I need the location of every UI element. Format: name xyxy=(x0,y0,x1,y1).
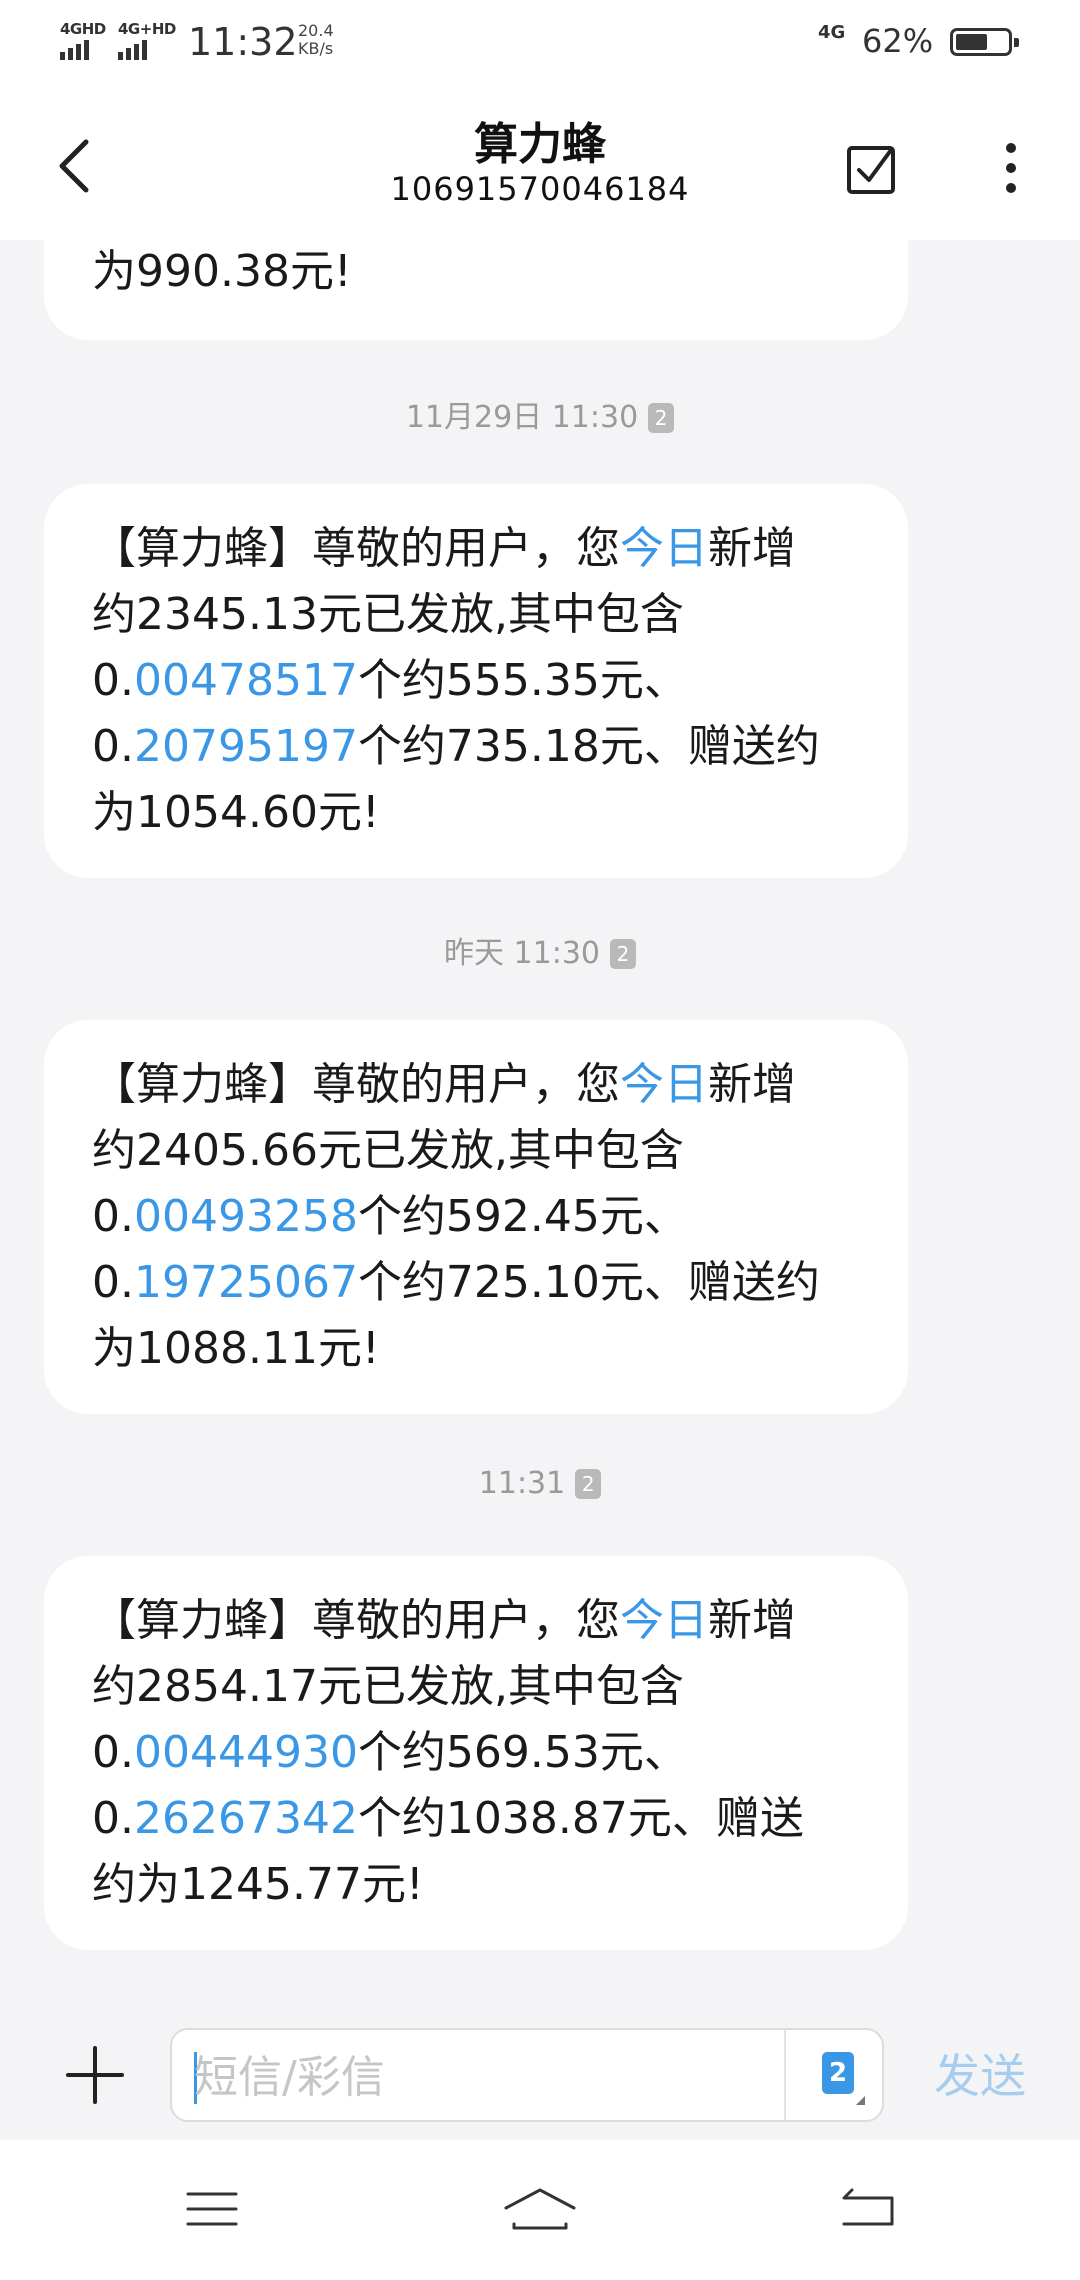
network-speed-unit: KB/s xyxy=(298,39,334,58)
network-type-1: 4GHD xyxy=(60,20,106,38)
message-text: 【算力蜂】尊敬的用户，您今日新增 约2345.13元已发放,其中包含 0.00478… xyxy=(92,516,860,846)
system-nav-bar xyxy=(0,2140,1080,2280)
timestamp-text: 11月29日 11:30 xyxy=(405,400,639,435)
message-text-segment: 个约735.18元、赠送约 xyxy=(357,721,820,772)
network-speed: 20.4 KB/s xyxy=(298,22,334,58)
message-link[interactable]: 今日 xyxy=(620,1059,708,1110)
status-time: 11:32 xyxy=(188,20,298,64)
message-bubble[interactable]: 为990.38元! xyxy=(44,240,908,340)
message-text-segment: 0. xyxy=(92,655,134,706)
message-text-segment: 个约555.35元、 xyxy=(357,655,688,706)
signal-icon-1: 4GHD xyxy=(60,20,108,60)
message-text: 为990.38元! xyxy=(92,240,860,304)
menu-icon[interactable] xyxy=(182,2184,242,2234)
message-text: 【算力蜂】尊敬的用户，您今日新增 约2854.17元已发放,其中包含 0.00444… xyxy=(92,1588,860,1918)
message-text-segment: 新增 xyxy=(708,523,796,574)
message-link[interactable]: 20795197 xyxy=(134,721,358,772)
message-text-segment: 个约1038.87元、赠送 xyxy=(357,1793,804,1844)
message-text-segment: 新增 xyxy=(708,1059,796,1110)
select-checkbox-icon[interactable] xyxy=(838,128,908,208)
message-text-segment: 【算力蜂】尊敬的用户，您 xyxy=(92,1059,620,1110)
message-link[interactable]: 今日 xyxy=(620,523,708,574)
back-icon[interactable] xyxy=(838,2184,898,2234)
sim-badge-icon: 2 xyxy=(610,939,636,969)
home-icon[interactable] xyxy=(500,2184,580,2234)
sim-badge-icon: 2 xyxy=(575,1469,602,1499)
input-divider xyxy=(784,2030,786,2120)
message-text-segment: 【算力蜂】尊敬的用户，您 xyxy=(92,1595,620,1646)
message-text: 【算力蜂】尊敬的用户，您今日新增 约2405.66元已发放,其中包含 0.00493… xyxy=(92,1052,860,1382)
send-button[interactable]: 发送 xyxy=(934,2040,1026,2106)
message-link[interactable]: 19725067 xyxy=(134,1257,358,1308)
message-text-segment: 0. xyxy=(92,1257,134,1308)
message-text-segment: 约2854.17元已发放,其中包含 xyxy=(92,1661,684,1712)
message-link[interactable]: 00493258 xyxy=(134,1191,358,1242)
message-text-segment: 为1088.11元! xyxy=(92,1323,380,1374)
message-text-segment: 个约725.10元、赠送约 xyxy=(357,1257,820,1308)
battery-percent: 62% xyxy=(862,22,934,60)
battery-icon xyxy=(950,28,1019,56)
message-timestamp: 昨天 11:30 2 xyxy=(0,928,1080,972)
message-text-segment: 约2345.13元已发放,其中包含 xyxy=(92,589,684,640)
message-text-segment: 为990.38元! xyxy=(92,246,352,297)
more-vertical-icon[interactable] xyxy=(976,128,1046,208)
message-timestamp: 11:31 2 xyxy=(0,1466,1080,1501)
message-input[interactable] xyxy=(192,2044,756,2110)
message-timestamp: 11月29日 11:30 2 xyxy=(0,392,1080,436)
message-text-segment: 0. xyxy=(92,721,134,772)
sim-card-icon[interactable]: 2 xyxy=(822,2052,854,2094)
message-bubble[interactable]: 【算力蜂】尊敬的用户，您今日新增 约2345.13元已发放,其中包含 0.00478… xyxy=(44,484,908,878)
message-link[interactable]: 00478517 xyxy=(134,655,358,706)
sim-switch-indicator xyxy=(856,2096,865,2105)
message-text-segment: 为1054.60元! xyxy=(92,787,380,838)
sim-badge-icon: 2 xyxy=(648,403,675,433)
message-input-box[interactable]: 2 xyxy=(170,2028,884,2122)
message-link[interactable]: 26267342 xyxy=(134,1793,358,1844)
composer-bar: 2 发送 xyxy=(0,2000,1080,2140)
message-link[interactable]: 00444930 xyxy=(134,1727,358,1778)
conversation-header: 算力蜂 10691570046184 xyxy=(0,88,1080,240)
network-type-2: 4G+HD xyxy=(118,20,176,38)
message-bubble[interactable]: 【算力蜂】尊敬的用户，您今日新增 约2854.17元已发放,其中包含 0.00444… xyxy=(44,1556,908,1950)
timestamp-text: 11:31 xyxy=(478,1466,566,1501)
message-text-segment: 0. xyxy=(92,1727,134,1778)
message-bubble[interactable]: 【算力蜂】尊敬的用户，您今日新增 约2405.66元已发放,其中包含 0.00493… xyxy=(44,1020,908,1414)
signal-icon-2: 4G+HD xyxy=(118,20,176,60)
message-text-segment: 约2405.66元已发放,其中包含 xyxy=(92,1125,684,1176)
timestamp-text: 昨天 11:30 xyxy=(444,936,600,971)
message-text-segment: 新增 xyxy=(708,1595,796,1646)
message-text-segment: 0. xyxy=(92,1793,134,1844)
message-text-segment: 个约592.45元、 xyxy=(357,1191,688,1242)
status-bar: 4GHD 4G+HD 11:32 20.4 KB/s 4G 62% xyxy=(0,0,1080,88)
message-text-segment: 0. xyxy=(92,1191,134,1242)
network-speed-value: 20.4 xyxy=(298,21,334,40)
contact-number: 10691570046184 xyxy=(390,170,690,208)
message-text-segment: 个约569.53元、 xyxy=(357,1727,688,1778)
contact-name: 算力蜂 xyxy=(474,119,606,170)
add-attachment-icon[interactable] xyxy=(60,2040,130,2110)
mobile-data-icon: 4G xyxy=(818,22,846,43)
message-text-segment: 约为1245.77元! xyxy=(92,1859,424,1910)
message-link[interactable]: 今日 xyxy=(620,1595,708,1646)
message-text-segment: 【算力蜂】尊敬的用户，您 xyxy=(92,523,620,574)
